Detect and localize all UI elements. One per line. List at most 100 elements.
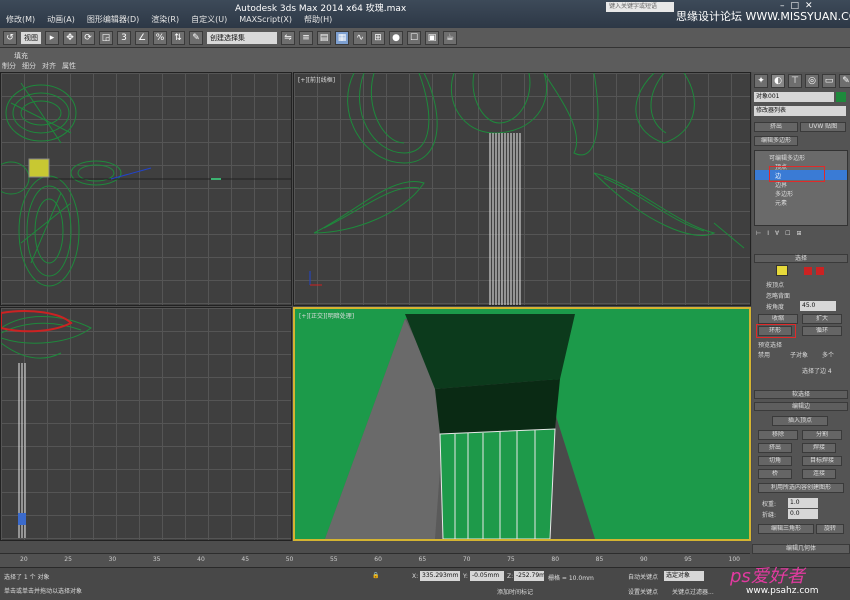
insert-vertex-button[interactable]: 插入顶点 xyxy=(772,416,828,426)
snap-icon[interactable]: 3 xyxy=(117,30,131,45)
make-unique-icon[interactable]: ∀ xyxy=(775,230,779,237)
pin-stack-icon[interactable]: ⊢ xyxy=(756,230,761,237)
move-icon[interactable]: ✥ xyxy=(63,30,77,45)
display-tab-icon[interactable]: ▭ xyxy=(822,74,836,88)
select-icon[interactable]: ▸ xyxy=(45,30,59,45)
loop-button[interactable]: 循环 xyxy=(802,326,842,336)
render-icon[interactable]: ☕ xyxy=(443,30,457,45)
remove-button[interactable]: 移除 xyxy=(758,430,798,440)
hierarchy-tab-icon[interactable]: ⊤ xyxy=(788,74,802,88)
weight-input[interactable]: 1.0 xyxy=(788,498,818,508)
lock-icon[interactable]: 🔒 xyxy=(372,572,379,579)
viewport-bottom-left[interactable] xyxy=(0,307,292,541)
utilities-tab-icon[interactable]: ✎ xyxy=(839,74,850,88)
show-end-result-icon[interactable]: I xyxy=(767,230,769,237)
percent-snap-icon[interactable]: % xyxy=(153,30,167,45)
by-angle-checkbox[interactable]: 按角度 xyxy=(766,302,784,311)
create-tab-icon[interactable]: ✦ xyxy=(754,74,768,88)
y-coordinate-field[interactable]: -0.05mm xyxy=(470,571,504,581)
add-time-tag[interactable]: 添加时间标记 xyxy=(497,587,533,596)
object-color-swatch[interactable] xyxy=(836,92,846,102)
minimize-icon[interactable]: – xyxy=(780,1,785,11)
weld-button[interactable]: 焊接 xyxy=(802,443,836,453)
target-weld-button[interactable]: 目标焊接 xyxy=(802,456,842,466)
undo-icon[interactable]: ↺ xyxy=(3,30,17,45)
selection-set-dropdown[interactable]: 创建选择集 xyxy=(207,31,277,44)
menu-rendering[interactable]: 渲染(R) xyxy=(145,14,185,25)
by-vertex-checkbox[interactable]: 按顶点 xyxy=(766,280,784,289)
remove-modifier-icon[interactable]: ☐ xyxy=(785,230,790,237)
z-coordinate-field[interactable]: -252.79mm xyxy=(514,571,544,581)
menu-animation[interactable]: 动画(A) xyxy=(41,14,81,25)
selection-rollout[interactable]: 选择 xyxy=(754,254,848,263)
angle-snap-icon[interactable]: ∠ xyxy=(135,30,149,45)
spinner-snap-icon[interactable]: ⇅ xyxy=(171,30,185,45)
object-name-field[interactable]: 对象001 xyxy=(754,92,834,102)
soft-selection-rollout[interactable]: 软选择 xyxy=(754,390,848,399)
x-coordinate-field[interactable]: 335.293mm xyxy=(420,571,460,581)
selected-object-dropdown[interactable]: 选定对象 xyxy=(664,571,704,581)
angle-input[interactable]: 45.0 xyxy=(800,301,836,311)
menu-maxscript[interactable]: MAXScript(X) xyxy=(233,15,298,24)
ribbon-tab[interactable]: 制分 xyxy=(2,61,16,71)
configure-sets-icon[interactable]: ⊞ xyxy=(797,230,802,237)
close-icon[interactable]: ✕ xyxy=(805,1,813,11)
vertex-mode-icon[interactable] xyxy=(776,265,788,276)
rotate-icon[interactable]: ⟳ xyxy=(81,30,95,45)
viewport-top-right[interactable]: [+][前][线框] xyxy=(293,72,751,306)
menu-graph-editors[interactable]: 图形编辑器(D) xyxy=(81,14,145,25)
viewport-bottom-right[interactable]: [+][正交][明暗处理] xyxy=(293,307,751,541)
render-setup-icon[interactable]: ☐ xyxy=(407,30,421,45)
set-key-button[interactable]: 设置关键点 xyxy=(628,587,658,596)
ignore-backface-checkbox[interactable]: 忽略背面 xyxy=(766,291,790,300)
viewport-top-left[interactable] xyxy=(0,72,292,306)
search-input[interactable]: 键入关键字或短语 xyxy=(606,2,674,12)
menu-modify[interactable]: 修改(M) xyxy=(0,14,41,25)
edit-named-selection-icon[interactable]: ✎ xyxy=(189,30,203,45)
layer-icon[interactable]: ▤ xyxy=(317,30,331,45)
preview-subobject-radio[interactable]: 子对象 xyxy=(790,350,808,359)
preview-disabled-radio[interactable]: 禁用 xyxy=(758,350,770,359)
connect-button[interactable]: 连接 xyxy=(802,469,836,479)
element-mode-icon[interactable] xyxy=(816,267,824,275)
edit-edges-rollout[interactable]: 编辑边 xyxy=(754,402,848,411)
split-button[interactable]: 分割 xyxy=(802,430,842,440)
turn-button[interactable]: 旋转 xyxy=(816,524,844,534)
shrink-button[interactable]: 收缩 xyxy=(758,314,798,324)
ribbon-tab[interactable]: 属性 xyxy=(62,61,76,71)
mirror-icon[interactable]: ⇋ xyxy=(281,30,295,45)
graphite-icon[interactable]: ▦ xyxy=(335,30,349,45)
rendered-frame-icon[interactable]: ▣ xyxy=(425,30,439,45)
schematic-icon[interactable]: ⊞ xyxy=(371,30,385,45)
grow-button[interactable]: 扩大 xyxy=(802,314,842,324)
scale-icon[interactable]: ◲ xyxy=(99,30,113,45)
menu-customize[interactable]: 自定义(U) xyxy=(185,14,233,25)
ribbon-tab[interactable]: 细分 xyxy=(22,61,36,71)
ribbon-tab[interactable]: 对齐 xyxy=(42,61,56,71)
chamfer-button[interactable]: 切角 xyxy=(758,456,792,466)
edit-triangulation-button[interactable]: 编辑三角形 xyxy=(758,524,814,534)
modify-tab-icon[interactable]: ◐ xyxy=(771,74,785,88)
modifier-list-dropdown[interactable]: 修改器列表 xyxy=(754,106,846,116)
menu-help[interactable]: 帮助(H) xyxy=(298,14,338,25)
polygon-mode-icon[interactable] xyxy=(804,267,812,275)
stack-item-polygon[interactable]: 多边形 xyxy=(775,189,793,198)
stack-item-editable-poly[interactable]: 可编辑多边形 xyxy=(769,153,805,162)
material-editor-icon[interactable]: ● xyxy=(389,30,403,45)
create-shape-button[interactable]: 利用所选内容创建图形 xyxy=(758,483,844,493)
motion-tab-icon[interactable]: ◎ xyxy=(805,74,819,88)
auto-key-button[interactable]: 自动关键点 xyxy=(628,572,658,581)
crease-input[interactable]: 0.0 xyxy=(788,509,818,519)
bridge-button[interactable]: 桥 xyxy=(758,469,792,479)
preview-multi-radio[interactable]: 多个 xyxy=(822,350,834,359)
uvw-map-button[interactable]: UVW 贴图 xyxy=(800,122,846,132)
extrude-button[interactable]: 挤出 xyxy=(758,443,792,453)
maximize-icon[interactable]: □ xyxy=(791,1,800,11)
edit-geometry-rollout[interactable]: 编辑几何体 xyxy=(752,544,850,554)
curve-editor-icon[interactable]: ∿ xyxy=(353,30,367,45)
align-icon[interactable]: ≡ xyxy=(299,30,313,45)
key-filters-button[interactable]: 关键点过滤器... xyxy=(672,587,714,596)
stack-item-element[interactable]: 元素 xyxy=(775,198,787,207)
timeline[interactable]: 20 25 30 35 40 45 50 55 60 65 70 75 80 85 90 95 … xyxy=(0,553,750,567)
extrude-modifier-button[interactable]: 挤出 xyxy=(754,122,798,132)
